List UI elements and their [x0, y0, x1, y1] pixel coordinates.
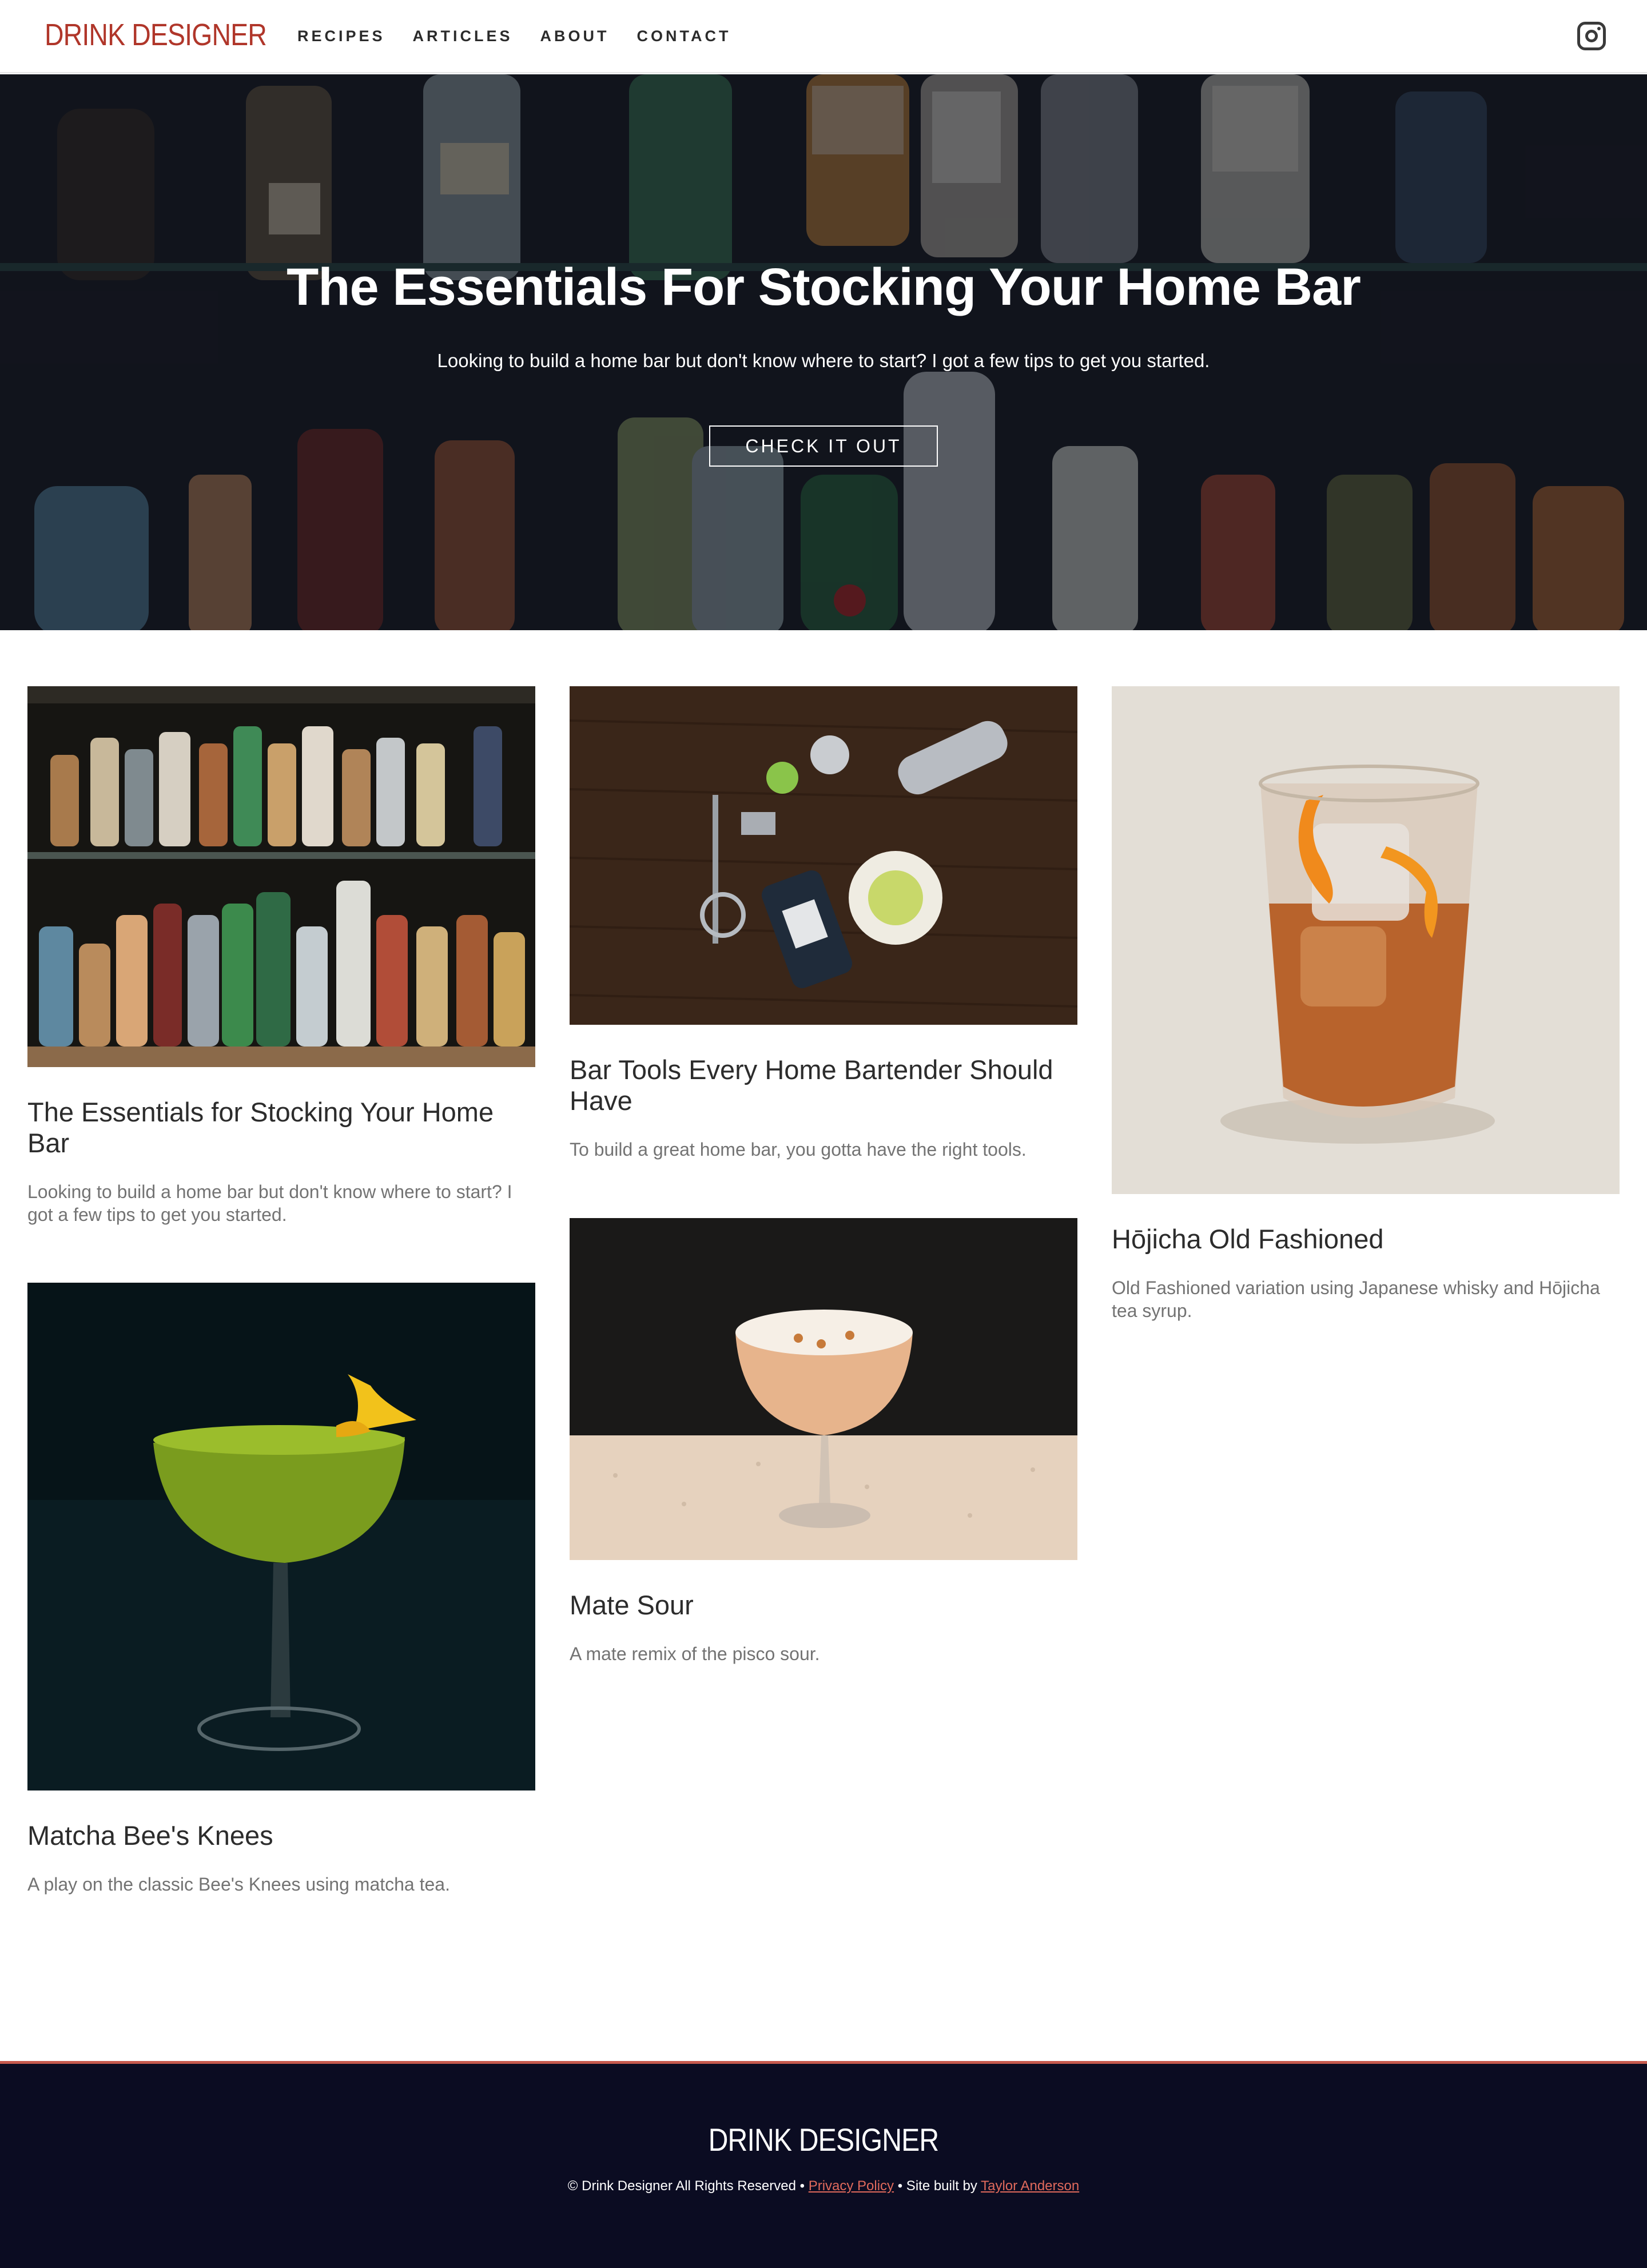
- card-matcha-bees-knees[interactable]: Matcha Bee's Knees A play on the classic…: [27, 1283, 535, 1896]
- site-logo[interactable]: DRINK DESIGNER: [45, 17, 267, 53]
- card-description: A mate remix of the pisco sour.: [570, 1644, 820, 1664]
- card-image-home-bar[interactable]: [27, 686, 535, 1067]
- card-title[interactable]: Mate Sour: [570, 1590, 1077, 1621]
- hero-title: The Essentials For Stocking Your Home Ba…: [287, 258, 1361, 316]
- card-stocking-home-bar[interactable]: The Essentials for Stocking Your Home Ba…: [27, 686, 535, 1226]
- card-title[interactable]: The Essentials for Stocking Your Home Ba…: [27, 1097, 535, 1159]
- hero-subtitle: Looking to build a home bar but don't kn…: [437, 350, 1210, 371]
- instagram-lens: [1585, 30, 1598, 42]
- footer-logo[interactable]: DRINK DESIGNER: [116, 2121, 1532, 2158]
- built-by-text: • Site built by: [897, 2178, 977, 2194]
- card-bar-tools[interactable]: Bar Tools Every Home Bartender Should Ha…: [570, 686, 1077, 1161]
- nav-contact[interactable]: CONTACT: [637, 27, 731, 45]
- card-image-bar-tools[interactable]: [570, 686, 1077, 1025]
- card-title[interactable]: Matcha Bee's Knees: [27, 1820, 535, 1851]
- privacy-policy-link[interactable]: Privacy Policy: [809, 2178, 894, 2194]
- instagram-icon[interactable]: [1577, 22, 1606, 50]
- author-link[interactable]: Taylor Anderson: [981, 2178, 1079, 2194]
- nav-articles[interactable]: ARTICLES: [413, 27, 513, 45]
- card-description: Old Fashioned variation using Japanese w…: [1112, 1278, 1600, 1321]
- instagram-dot: [1597, 27, 1601, 30]
- card-description: A play on the classic Bee's Knees using …: [27, 1874, 450, 1895]
- site-footer: DRINK DESIGNER © Drink Designer All Righ…: [0, 2061, 1647, 2268]
- hero-banner: The Essentials For Stocking Your Home Ba…: [0, 74, 1647, 630]
- card-title[interactable]: Hōjicha Old Fashioned: [1112, 1224, 1620, 1255]
- site-header: DRINK DESIGNER RECIPES ARTICLES ABOUT CO…: [0, 0, 1647, 73]
- card-image-old-fashioned[interactable]: [1112, 686, 1620, 1194]
- card-title[interactable]: Bar Tools Every Home Bartender Should Ha…: [570, 1055, 1077, 1116]
- card-mate-sour[interactable]: Mate Sour A mate remix of the pisco sour…: [570, 1218, 1077, 1665]
- nav-recipes[interactable]: RECIPES: [297, 27, 385, 45]
- main-nav: RECIPES ARTICLES ABOUT CONTACT: [297, 27, 731, 45]
- check-it-out-button[interactable]: CHECK IT OUT: [709, 425, 938, 467]
- card-hojicha-old-fashioned[interactable]: Hōjicha Old Fashioned Old Fashioned vari…: [1112, 686, 1620, 1322]
- card-description: Looking to build a home bar but don't kn…: [27, 1181, 512, 1225]
- card-description: To build a great home bar, you gotta hav…: [570, 1139, 1027, 1160]
- nav-about[interactable]: ABOUT: [540, 27, 610, 45]
- footer-copyright: © Drink Designer All Rights Reserved • P…: [0, 2178, 1647, 2194]
- copyright-text: © Drink Designer All Rights Reserved •: [567, 2178, 805, 2194]
- card-image-matcha-coupe[interactable]: [27, 1283, 535, 1790]
- card-image-mate-sour[interactable]: [570, 1218, 1077, 1560]
